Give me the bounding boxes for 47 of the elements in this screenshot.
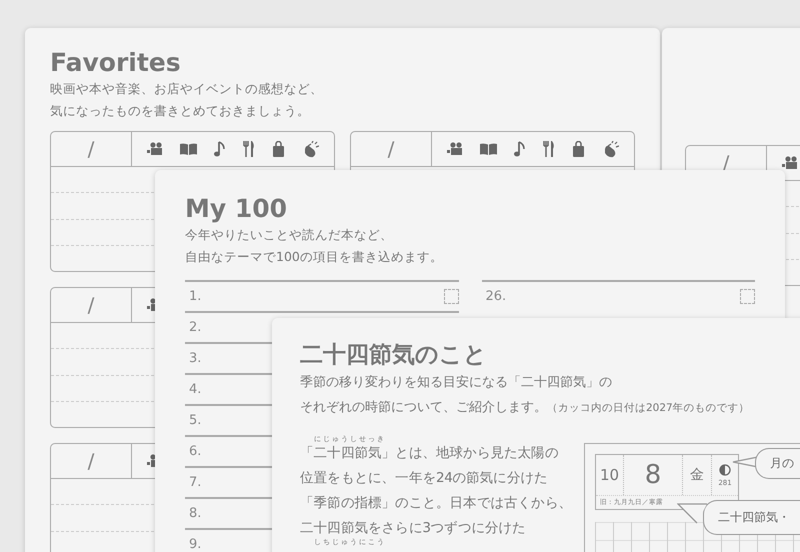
item-number: 2.	[189, 320, 202, 335]
shopping-bag-icon	[272, 141, 286, 157]
date-slash: /	[88, 137, 94, 161]
movie-camera-icon	[146, 142, 163, 156]
date-note: （カッコ内の日付は2027年のものです）	[547, 401, 750, 416]
music-note-icon	[514, 141, 526, 157]
body-text-line: 二十四節気をさらに3つずつに分けた	[300, 519, 526, 537]
book-icon	[180, 143, 197, 155]
page-title: Favorites	[50, 48, 182, 78]
date-slash: /	[88, 293, 94, 317]
item-number: 9.	[189, 537, 202, 552]
fork-knife-icon	[543, 141, 556, 157]
page-title: 二十四節気のこと	[300, 341, 488, 370]
description-line: それぞれの時節について、ご紹介します。	[300, 399, 547, 417]
description-line: 自由なテーマで100の項目を書き込めます。	[185, 248, 444, 266]
item-number: 8.	[189, 506, 202, 521]
movie-camera-icon	[782, 156, 798, 170]
body-text-line: 位置をもとに、一年を24の節気に分けた	[300, 469, 548, 487]
half-moon-icon	[719, 464, 731, 476]
item-number: 26.	[486, 289, 506, 304]
checkbox[interactable]	[740, 289, 755, 304]
description-line: 映画や本や音楽、お店やイベントの感想など、	[50, 80, 324, 98]
description-line: 今年やりたいことや読んだ本など、	[185, 226, 394, 244]
date-slash: /	[88, 449, 94, 473]
item-number: 5.	[189, 413, 202, 428]
description-line: 季節の移り変わりを知る目安になる「二十四節気」の	[300, 374, 612, 392]
item-number: 1.	[189, 289, 202, 304]
date-slash: /	[388, 137, 394, 161]
movie-camera-icon	[446, 142, 463, 156]
leader-line	[677, 502, 707, 524]
shopping-bag-icon	[572, 141, 586, 157]
body-text-line: 「季節の指標」のこと。日本では古くから、	[300, 494, 572, 512]
fork-knife-icon	[243, 141, 256, 157]
item-number: 4.	[189, 382, 202, 397]
callout-bubble: 月の	[755, 448, 800, 479]
checkbox[interactable]	[444, 289, 458, 304]
weekday: 金	[690, 466, 704, 484]
item-number: 3.	[189, 351, 202, 366]
description-line: 気になったものを書きとめておきましょう。	[50, 102, 311, 120]
page-title: My 100	[185, 194, 288, 224]
book-icon	[480, 143, 497, 155]
body-text-line: 「二十四節気」とは、地球から見た太陽の	[300, 444, 558, 462]
month-number: 10	[600, 466, 620, 484]
item-number: 6.	[189, 444, 202, 459]
item-number: 7.	[189, 475, 202, 490]
day-number: 8	[644, 460, 662, 490]
music-note-icon	[214, 141, 226, 157]
